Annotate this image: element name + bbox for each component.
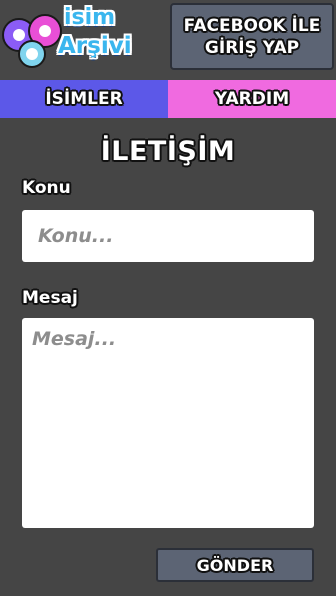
facebook-login-button[interactable]: FACEBOOK İLE GİRİŞ YAP	[170, 3, 334, 70]
logo-bubbles-icon	[2, 10, 64, 72]
tab-names[interactable]: İSİMLER	[0, 80, 168, 118]
message-label: Mesaj	[22, 288, 78, 308]
send-button[interactable]: GÖNDER	[156, 548, 314, 582]
logo-line-1: isim	[64, 5, 116, 30]
subject-input[interactable]	[22, 210, 314, 262]
subject-label: Konu	[22, 178, 71, 198]
message-textarea[interactable]	[22, 318, 314, 528]
logo-text: isim Arşivi	[58, 5, 168, 59]
main-nav: İSİMLER YARDIM	[0, 80, 336, 118]
page-title: İLETİŞİM	[100, 136, 236, 167]
tab-help[interactable]: YARDIM	[168, 80, 336, 118]
logo-line-2: Arşivi	[58, 33, 132, 59]
app-header: isim Arşivi FACEBOOK İLE GİRİŞ YAP	[0, 0, 336, 80]
app-logo[interactable]: isim Arşivi	[2, 6, 166, 74]
